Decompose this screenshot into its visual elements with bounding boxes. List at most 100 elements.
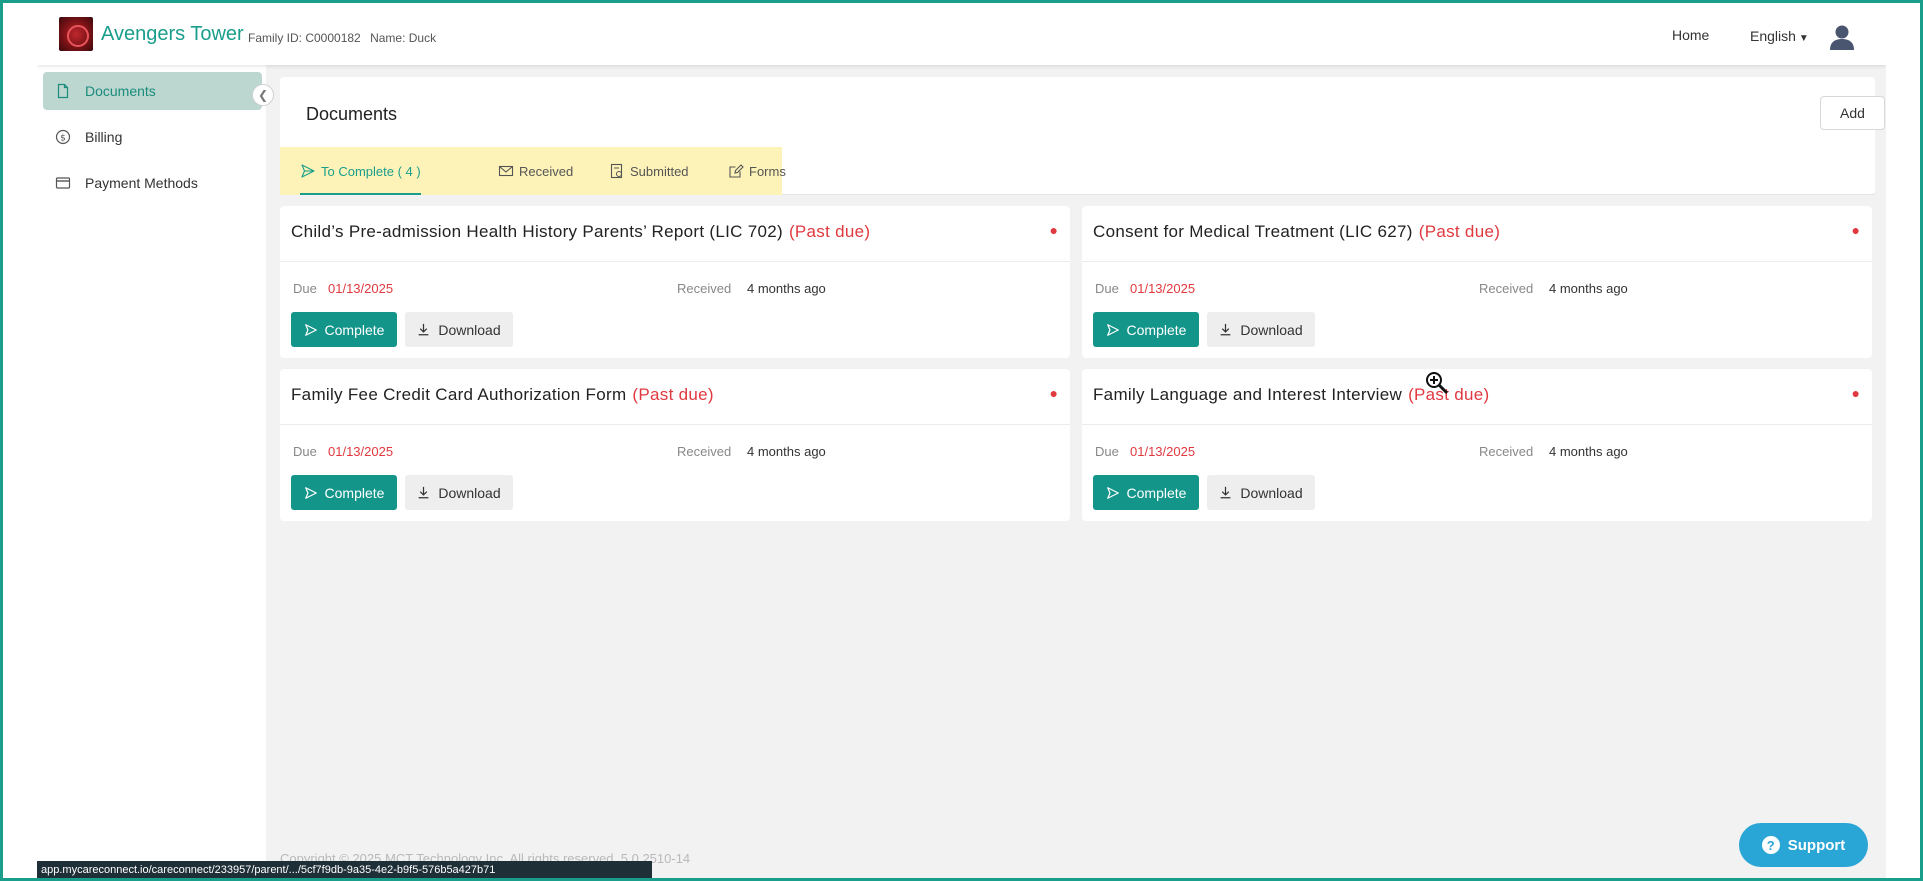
received-value: 4 months ago: [1549, 281, 1628, 296]
document-icon: [55, 83, 71, 99]
home-link[interactable]: Home: [1672, 27, 1709, 43]
envelope-icon: [498, 163, 514, 179]
past-due-badge: (Past due): [1418, 222, 1501, 241]
send-icon: [304, 486, 318, 500]
family-id: Family ID: C0000182: [248, 31, 361, 45]
tab-label: Submitted: [630, 163, 689, 179]
browser-status-url: app.mycareconnect.io/careconnect/233957/…: [37, 861, 652, 879]
received-label: Received: [677, 444, 732, 459]
past-due-badge: (Past due): [632, 385, 714, 404]
complete-button[interactable]: Complete: [1093, 475, 1199, 510]
brand-name[interactable]: Avengers Tower: [101, 23, 244, 46]
help-circle-icon: ?: [1761, 836, 1780, 854]
top-header: Avengers Tower Family ID: C0000182 Name:…: [37, 3, 1886, 65]
complete-button[interactable]: Complete: [1093, 312, 1199, 347]
tab-label: To Complete ( 4 ): [321, 163, 421, 179]
sidebar-item-payment-methods[interactable]: Payment Methods: [43, 164, 262, 202]
received-value: 4 months ago: [1549, 444, 1628, 459]
sidebar-item-documents[interactable]: Documents: [43, 72, 262, 110]
svg-text:$: $: [60, 134, 66, 144]
sidebar-item-label: Billing: [85, 129, 123, 145]
dollar-circle-icon: $: [55, 129, 71, 145]
past-due-badge: (Past due): [788, 222, 871, 241]
tabs-divider: [782, 194, 1875, 195]
download-icon: [417, 486, 430, 499]
alert-dot-icon: ●: [1049, 385, 1058, 401]
card-divider: [280, 424, 1070, 425]
tab-to-complete[interactable]: To Complete ( 4 ): [300, 147, 421, 195]
submitted-doc-icon: [609, 163, 625, 179]
complete-button[interactable]: Complete: [291, 312, 397, 347]
sidebar-collapse-button[interactable]: ❮: [252, 84, 274, 106]
document-title[interactable]: Family Fee Credit Card Authorization For…: [291, 385, 714, 405]
complete-button[interactable]: Complete: [291, 475, 397, 510]
zoom-in-cursor-icon: [1426, 372, 1449, 395]
tab-received[interactable]: Received: [498, 147, 573, 195]
family-info: Family ID: C0000182 Name: Duck: [248, 31, 442, 45]
due-date: 01/13/2025: [1130, 444, 1196, 459]
tab-label: Forms: [749, 163, 786, 179]
add-button[interactable]: Add: [1820, 96, 1885, 130]
document-title[interactable]: Child’s Pre-admission Health History Par…: [291, 222, 870, 242]
download-button[interactable]: Download: [1207, 312, 1315, 347]
brand-logo[interactable]: [59, 17, 93, 51]
due-date: 01/13/2025: [1130, 281, 1196, 296]
received-value: 4 months ago: [747, 444, 826, 459]
download-button[interactable]: Download: [1207, 475, 1315, 510]
card-divider: [1082, 424, 1872, 425]
page-title: Documents: [306, 104, 398, 124]
send-icon: [1106, 486, 1120, 500]
sidebar-item-billing[interactable]: $ Billing: [43, 118, 262, 156]
user-avatar-icon[interactable]: [1828, 23, 1856, 51]
language-select[interactable]: English ▼: [1750, 28, 1809, 44]
send-icon: [300, 163, 316, 179]
document-title-text: Child’s Pre-admission Health History Par…: [291, 222, 783, 241]
support-label: Support: [1787, 836, 1846, 854]
sidebar-item-label: Payment Methods: [85, 175, 198, 191]
due-date: 01/13/2025: [328, 281, 394, 296]
support-button[interactable]: ? Support: [1739, 823, 1868, 867]
download-icon: [1219, 323, 1232, 336]
credit-card-icon: [55, 175, 71, 191]
chevron-left-icon: ❮: [257, 88, 269, 102]
language-label: English: [1750, 28, 1796, 44]
document-card: Family Fee Credit Card Authorization For…: [280, 369, 1070, 521]
document-card: Consent for Medical Treatment (LIC 627) (…: [1082, 206, 1872, 358]
due-label: Due: [293, 444, 317, 459]
due-label: Due: [1095, 444, 1119, 459]
sidebar-item-label: Documents: [85, 83, 156, 99]
complete-label: Complete: [324, 321, 385, 338]
documents-header: Documents Add To Complete ( 4 ) Received…: [280, 77, 1885, 195]
complete-label: Complete: [324, 484, 385, 501]
download-button[interactable]: Download: [405, 312, 513, 347]
due-label: Due: [1095, 281, 1119, 296]
tab-label: Received: [519, 163, 574, 179]
alert-dot-icon: ●: [1049, 222, 1058, 238]
send-icon: [304, 323, 318, 337]
document-tabs: To Complete ( 4 ) Received Submitted For…: [280, 147, 786, 195]
document-title-text: Consent for Medical Treatment (LIC 627): [1093, 222, 1413, 241]
document-title-text: Family Language and Interest Interview: [1093, 385, 1403, 404]
download-label: Download: [438, 321, 501, 338]
download-label: Download: [438, 484, 501, 501]
alert-dot-icon: ●: [1851, 222, 1860, 238]
download-icon: [417, 323, 430, 336]
document-card: Child’s Pre-admission Health History Par…: [280, 206, 1070, 358]
document-title[interactable]: Consent for Medical Treatment (LIC 627) (…: [1093, 222, 1500, 242]
edit-icon: [728, 163, 744, 179]
download-icon: [1219, 486, 1232, 499]
complete-label: Complete: [1126, 321, 1187, 338]
received-label: Received: [1479, 444, 1534, 459]
complete-label: Complete: [1126, 484, 1187, 501]
download-label: Download: [1240, 321, 1303, 338]
received-label: Received: [1479, 281, 1534, 296]
tab-submitted[interactable]: Submitted: [609, 147, 689, 195]
received-label: Received: [677, 281, 732, 296]
card-divider: [280, 261, 1070, 262]
due-date: 01/13/2025: [328, 444, 394, 459]
family-name: Name: Duck: [370, 31, 437, 45]
download-button[interactable]: Download: [405, 475, 513, 510]
document-card: Family Language and Interest Interview (P…: [1082, 369, 1872, 521]
tab-forms[interactable]: Forms: [728, 147, 786, 195]
alert-dot-icon: ●: [1851, 385, 1860, 401]
